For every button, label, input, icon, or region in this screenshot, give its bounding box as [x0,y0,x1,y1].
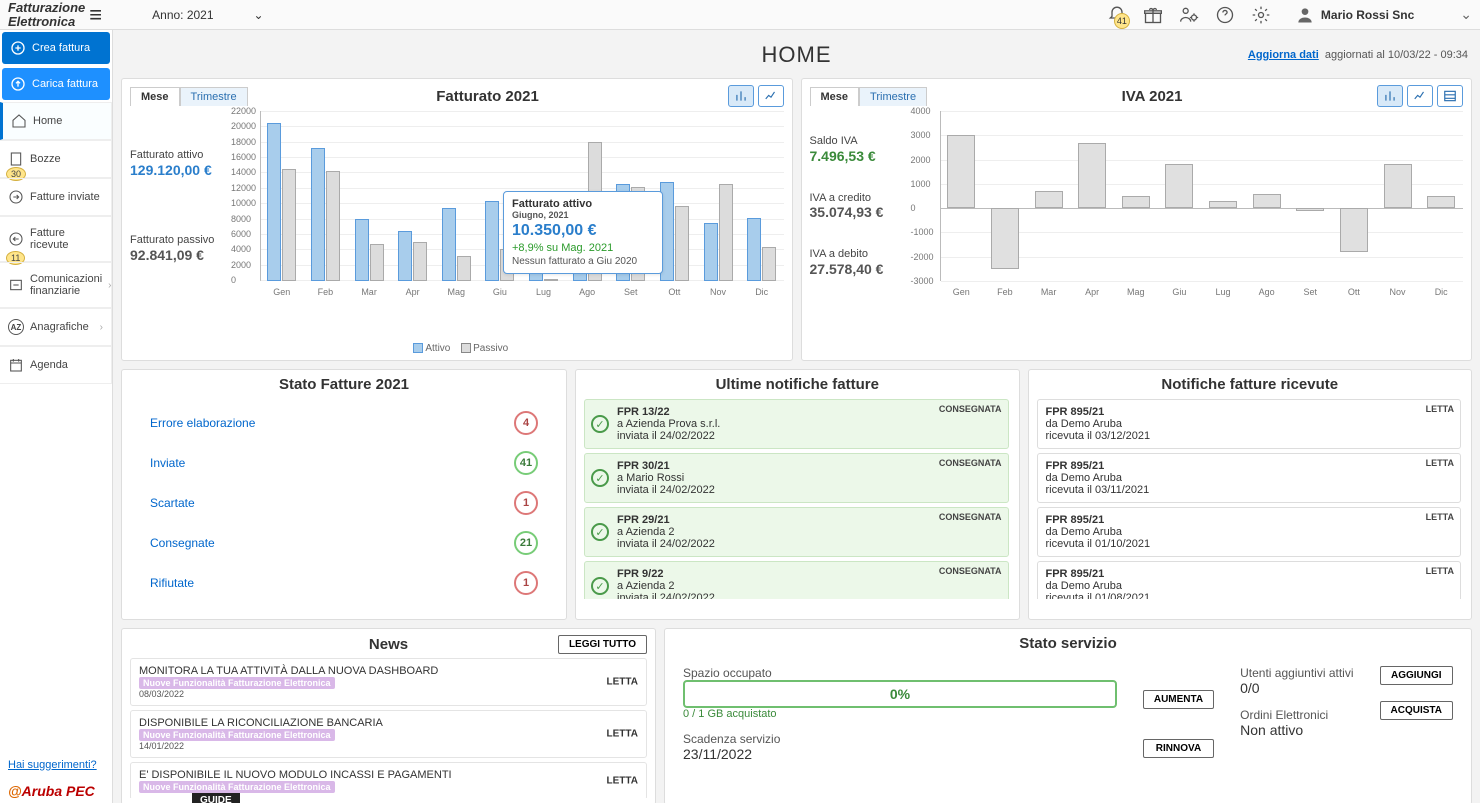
user-icon [1295,5,1315,25]
aumenta-button[interactable]: AUMENTA [1143,690,1214,709]
notification-item[interactable]: LETTAFPR 895/21da Demo Arubaricevuta il … [1037,507,1462,557]
table-icon[interactable] [1437,85,1463,107]
fatturato-title: Fatturato 2021 [248,88,728,105]
acquista-button[interactable]: ACQUISTA [1380,701,1453,720]
bar-chart-icon[interactable] [728,85,754,107]
check-icon: ✓ [591,523,609,541]
fatturato-chart[interactable]: 0200040006000800010000120001400016000180… [228,111,784,311]
gift-icon[interactable] [1143,5,1163,25]
notification-item[interactable]: LETTAFPR 895/21da Demo Arubaricevuta il … [1037,453,1462,503]
stato-row[interactable]: Scartate1 [150,483,538,523]
notification-item[interactable]: LETTAFPR 895/21da Demo Arubaricevuta il … [1037,399,1462,449]
fatturato-panel: Mese Trimestre Fatturato 2021 Fatturato … [121,78,793,361]
chevron-right-icon: › [108,280,111,291]
aggiungi-button[interactable]: AGGIUNGI [1380,666,1453,685]
notif-count: 41 [1114,13,1130,29]
year-label: Anno: 2021 [152,8,213,22]
stato-fatture-panel: Stato Fatture 2021 Errore elaborazione4I… [121,369,567,620]
leggi-tutto-button[interactable]: LEGGI TUTTO [558,635,647,654]
check-icon: ✓ [591,577,609,595]
tab-trimestre[interactable]: Trimestre [180,87,248,106]
footer-logo: @Aruba PEC [0,779,112,803]
news-panel: News LEGGI TUTTO LETTAMONITORA LA TUA AT… [121,628,656,803]
chevron-down-icon[interactable]: ⌄ [1460,6,1472,23]
notification-item[interactable]: LETTAFPR 895/21da Demo Arubaricevuta il … [1037,561,1462,599]
calendar-icon [8,357,24,373]
sidebar-item-inviate[interactable]: Fatture inviate [0,178,112,216]
check-icon: ✓ [591,415,609,433]
chart-tooltip: Fatturato attivo Giugno, 2021 10.350,00 … [503,191,663,274]
suggestions-link[interactable]: Hai suggerimenti? [0,751,112,779]
ordini-value: Non attivo [1240,722,1353,738]
kpi-saldo-value: 7.496,53 € [810,148,900,164]
received-icon [8,231,24,247]
notification-item[interactable]: ✓CONSEGNATAFPR 9/22a Azienda 2inviata il… [584,561,1009,599]
tab-trimestre-iva[interactable]: Trimestre [859,87,927,106]
line-chart-icon[interactable] [758,85,784,107]
sent-icon [8,189,24,205]
page-title: HOME [762,42,832,68]
guide-button[interactable]: GUIDE [192,793,240,803]
notifiche-inviate-panel: Ultime notifiche fatture ✓CONSEGNATAFPR … [575,369,1020,620]
sidebar-item-bozze[interactable]: Bozze 30 [0,140,112,178]
sidebar-item-home[interactable]: Home [0,102,112,140]
kpi-attivo-label: Fatturato attivo [130,149,220,162]
sidebar-item-anagrafiche[interactable]: AZ Anagrafiche › [0,308,112,346]
stato-servizio-panel: Stato servizio Spazio occupato 0% 0 / 1 … [664,628,1472,803]
iva-title: IVA 2021 [927,88,1377,105]
upload-circle-icon [10,76,26,92]
notification-item[interactable]: ✓CONSEGNATAFPR 13/22a Azienda Prova s.r.… [584,399,1009,449]
draft-icon [8,151,24,167]
check-icon: ✓ [591,469,609,487]
chevron-right-icon: › [100,322,103,333]
help-icon[interactable] [1215,5,1235,25]
home-icon [11,113,27,129]
notification-item[interactable]: ✓CONSEGNATAFPR 29/21a Azienda 2inviata i… [584,507,1009,557]
create-invoice-button[interactable]: Crea fattura [2,32,110,64]
brand: Fatturazione Elettronica [8,1,85,28]
notifiche-ricevute-panel: Notifiche fatture ricevute LETTAFPR 895/… [1028,369,1473,620]
fatturato-legend: Attivo Passivo [130,343,784,354]
year-selector[interactable]: Anno: 2021 ⌄ [152,8,263,22]
az-icon: AZ [8,319,24,335]
iva-chart[interactable]: -3000-2000-100001000200030004000 GenFebM… [908,111,1464,311]
plus-circle-icon [10,40,26,56]
finance-icon [8,277,24,293]
stato-row[interactable]: Consegnate21 [150,523,538,563]
storage-progress: 0% [683,680,1117,708]
notification-item[interactable]: ✓CONSEGNATAFPR 30/21a Mario Rossiinviata… [584,453,1009,503]
user-name: Mario Rossi Snc [1321,8,1414,22]
rinnova-button[interactable]: RINNOVA [1143,739,1214,758]
kpi-passivo-value: 92.841,09 € [130,247,220,263]
support-icon[interactable] [1179,5,1199,25]
stato-row[interactable]: Errore elaborazione4 [150,403,538,443]
utenti-value: 0/0 [1240,680,1353,696]
stato-title: Stato Fatture 2021 [130,376,558,393]
user-menu[interactable]: Mario Rossi Snc [1295,5,1414,25]
menu-icon[interactable]: ≡ [89,2,102,28]
news-item[interactable]: LETTADISPONIBILE LA RICONCILIAZIONE BANC… [130,710,647,758]
tab-mese-iva[interactable]: Mese [810,87,860,106]
chevron-down-icon: ⌄ [254,8,264,22]
upload-invoice-button[interactable]: Carica fattura [2,68,110,100]
refresh-link[interactable]: Aggiorna dati [1248,49,1319,61]
sidebar-item-agenda[interactable]: Agenda [0,346,112,384]
storage-quota: 0 / 1 GB acquistato [683,708,1117,720]
kpi-attivo-value: 129.120,00 € [130,162,220,178]
stato-row[interactable]: Inviate41 [150,443,538,483]
scadenza-value: 23/11/2022 [683,746,1117,762]
gear-icon[interactable] [1251,5,1271,25]
stato-row[interactable]: Rifiutate1 [150,563,538,603]
line-chart-icon[interactable] [1407,85,1433,107]
bar-chart-icon[interactable] [1377,85,1403,107]
kpi-passivo-label: Fatturato passivo [130,234,220,247]
kpi-credito-value: 35.074,93 € [810,204,900,220]
tab-mese[interactable]: Mese [130,87,180,106]
kpi-debito-value: 27.578,40 € [810,261,900,277]
news-item[interactable]: LETTAMONITORA LA TUA ATTIVITÀ DALLA NUOV… [130,658,647,706]
notifications-button[interactable]: 41 [1107,3,1127,26]
sidebar-item-ricevute[interactable]: Fatture ricevute 11 [0,216,112,262]
iva-panel: Mese Trimestre IVA 2021 Saldo IVA7.496,5… [801,78,1473,361]
sidebar-item-comunicazioni[interactable]: Comunicazioni finanziarie › [0,262,112,308]
